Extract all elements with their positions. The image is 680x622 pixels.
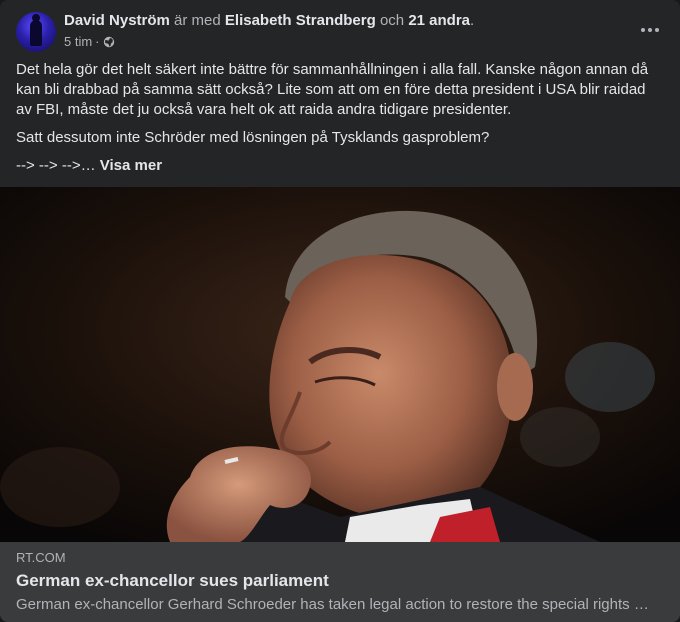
avatar[interactable] (16, 12, 56, 52)
post-paragraph-1: Det hela gör det helt säkert inte bättre… (16, 61, 649, 118)
period: . (470, 12, 475, 29)
avatar-figure (30, 14, 42, 46)
post-paragraph-2: Satt dessutom inte Schröder med lösninge… (16, 129, 490, 146)
with-text: är med (174, 12, 221, 29)
link-preview-image[interactable] (0, 187, 680, 542)
meta-separator: · (95, 34, 100, 49)
globe-icon[interactable] (103, 36, 115, 48)
feed-post: David Nyström är med Elisabeth Strandber… (0, 0, 680, 622)
post-meta: 5 tim · (64, 34, 115, 50)
post-author-line: David Nyström är med Elisabeth Strandber… (64, 12, 474, 30)
more-dot (648, 28, 652, 32)
more-options-icon[interactable] (636, 20, 664, 40)
link-title[interactable]: German ex-chancellor sues parliament (16, 570, 664, 592)
tagged-others[interactable]: 21 andra (408, 12, 470, 29)
portrait-photo (0, 187, 680, 542)
link-domain: RT.COM (16, 550, 66, 565)
more-dot (641, 28, 645, 32)
post-text: Det hela gör det helt säkert inte bättre… (16, 60, 656, 184)
link-preview-box[interactable]: RT.COM German ex-chancellor sues parliam… (0, 542, 680, 622)
more-dot (655, 28, 659, 32)
link-description: German ex-chancellor Gerhard Schroeder h… (16, 596, 656, 613)
and-text: och (379, 12, 405, 29)
arrows-text: --> --> -->… (16, 157, 96, 174)
see-more-link[interactable]: Visa mer (100, 157, 162, 174)
post-header: David Nyström är med Elisabeth Strandber… (16, 12, 664, 54)
author-name[interactable]: David Nyström (64, 12, 170, 29)
tagged-person[interactable]: Elisabeth Strandberg (225, 12, 376, 29)
post-paragraph-3: --> --> -->… Visa mer (16, 156, 656, 176)
post-time[interactable]: 5 tim (64, 34, 92, 50)
